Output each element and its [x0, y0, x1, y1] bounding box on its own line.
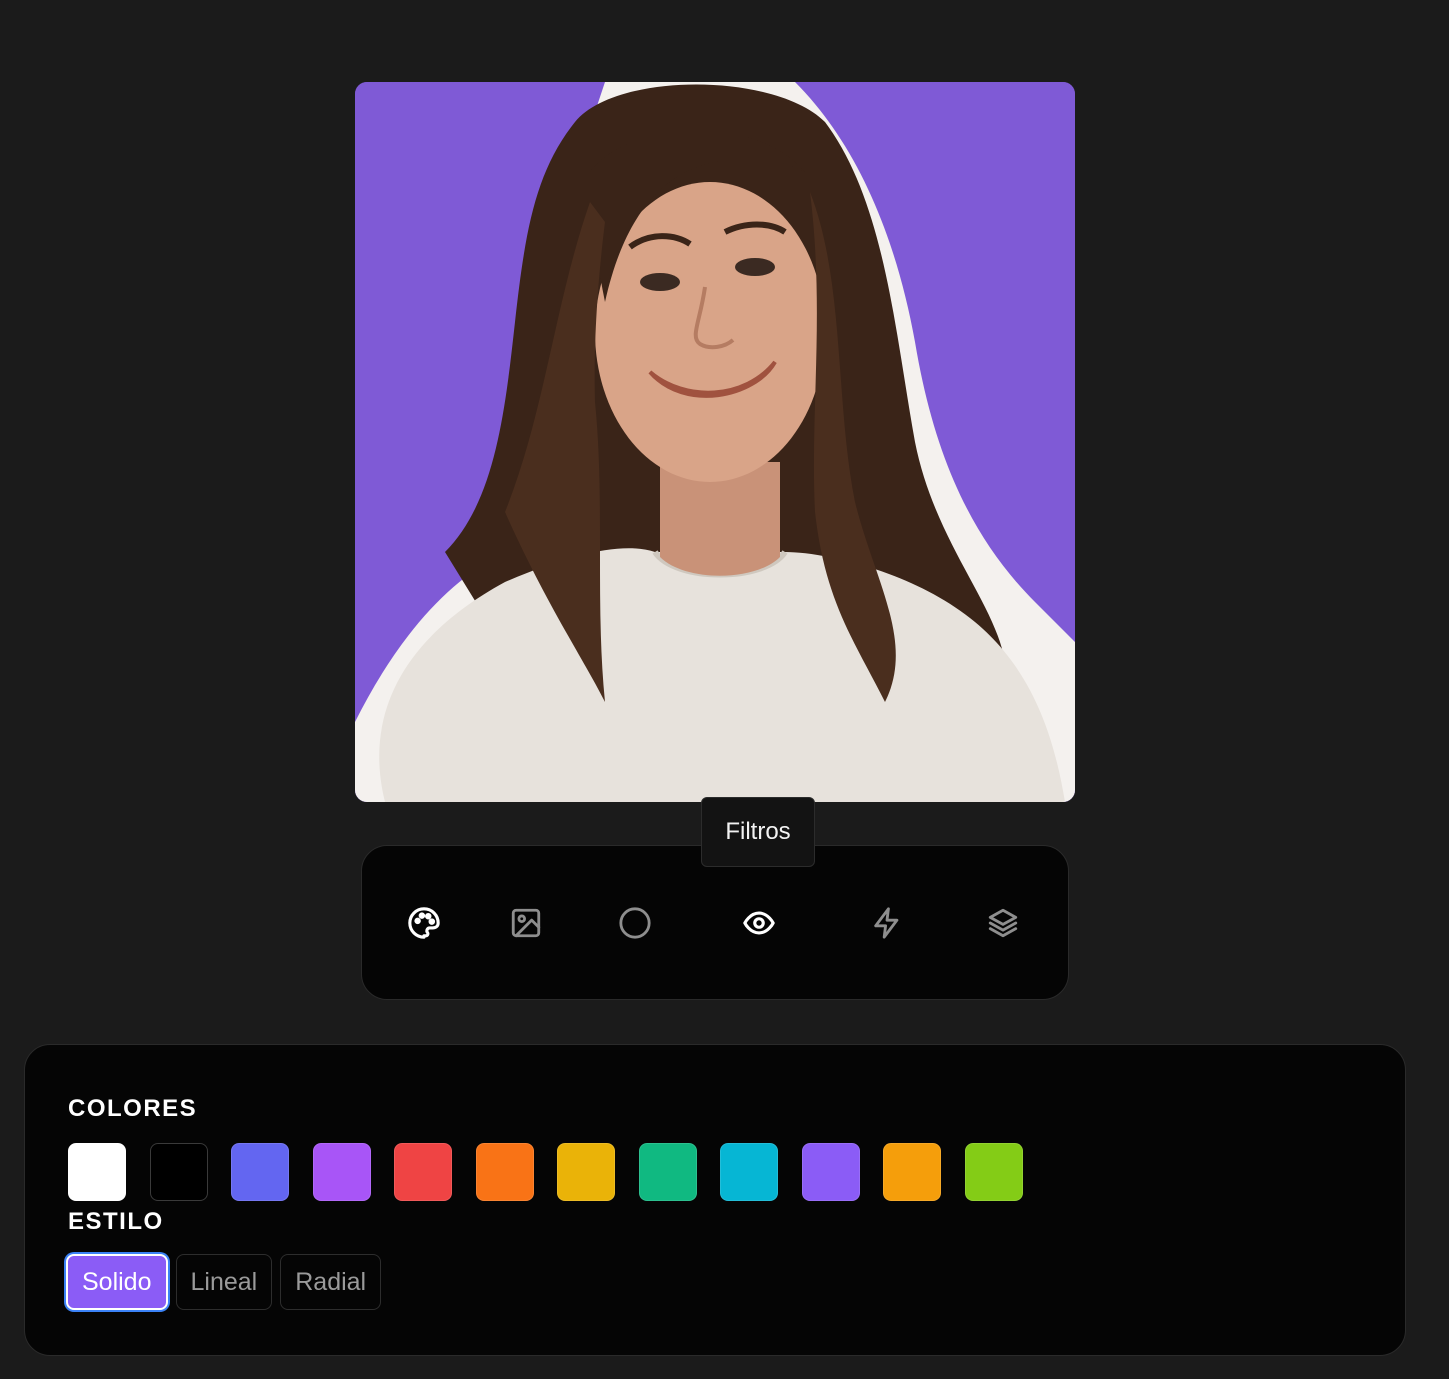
style-heading: ESTILO: [68, 1208, 164, 1235]
style-linear-button[interactable]: Lineal: [175, 1254, 273, 1310]
style-solid-button[interactable]: Solido: [66, 1254, 168, 1310]
bolt-icon: [874, 907, 899, 939]
layers-icon: [988, 908, 1018, 938]
filters-tool[interactable]: [734, 898, 784, 948]
color-swatch-orange[interactable]: [475, 1143, 534, 1201]
palette-icon: [408, 907, 440, 939]
editor-page: Filtros COLORES ESTILO Solido Lineal Rad…: [0, 0, 1449, 1379]
color-swatch-red[interactable]: [394, 1143, 452, 1201]
eye-icon: [743, 911, 775, 935]
color-swatch-violet[interactable]: [801, 1143, 860, 1201]
color-swatch-emerald[interactable]: [638, 1143, 697, 1201]
style-options: Solido Lineal Radial: [66, 1254, 389, 1310]
style-radial-button[interactable]: Radial: [280, 1254, 382, 1310]
photo-preview: [355, 82, 1075, 802]
filters-tooltip: Filtros: [701, 797, 815, 867]
color-swatch-amber[interactable]: [883, 1143, 941, 1201]
circle-icon: [619, 907, 651, 939]
editor-toolbar: [361, 845, 1069, 1000]
background-color-tool[interactable]: [399, 898, 449, 948]
color-swatch-black[interactable]: [149, 1143, 208, 1201]
background-image-tool[interactable]: [501, 898, 551, 948]
layers-tool[interactable]: [978, 898, 1028, 948]
color-swatch-yellow[interactable]: [557, 1143, 615, 1201]
image-icon: [511, 908, 541, 938]
color-swatch-cyan[interactable]: [720, 1143, 778, 1201]
colors-heading: COLORES: [68, 1095, 198, 1122]
portrait-image: [355, 82, 1075, 802]
shape-tool[interactable]: [610, 898, 660, 948]
color-swatch-lime[interactable]: [964, 1143, 1023, 1201]
color-swatch-indigo[interactable]: [231, 1143, 289, 1201]
color-swatch-purple[interactable]: [312, 1143, 371, 1201]
background-settings-panel: COLORES ESTILO Solido Lineal Radial: [24, 1044, 1406, 1356]
effects-tool[interactable]: [862, 898, 912, 948]
color-swatches: [68, 1143, 1046, 1201]
color-swatch-white[interactable]: [68, 1143, 126, 1201]
